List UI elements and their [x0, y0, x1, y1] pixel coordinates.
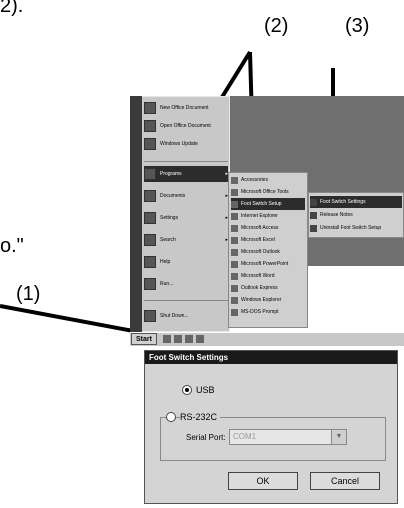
programs-icon	[144, 168, 156, 180]
outlook-icon	[231, 248, 238, 256]
callout-1-label: (1)	[16, 283, 41, 305]
globe-icon	[144, 138, 156, 150]
margin-text-mid: o."	[0, 235, 24, 257]
program-item[interactable]: Microsoft Excel	[231, 234, 305, 246]
ms-dos-icon	[231, 308, 238, 316]
quick-launch-icon[interactable]	[163, 335, 171, 343]
menu-item-programs[interactable]: Programs ▸	[144, 166, 228, 182]
menu-item-help[interactable]: Help	[144, 254, 228, 270]
excel-icon	[231, 236, 238, 244]
search-icon	[144, 234, 156, 246]
margin-text-top: 2).	[0, 0, 24, 17]
start-menu-banner	[130, 96, 142, 332]
cancel-button[interactable]: Cancel	[310, 472, 380, 490]
program-item[interactable]: Internet Explorer	[231, 210, 305, 222]
menu-separator	[144, 161, 228, 162]
menu-separator	[144, 300, 228, 301]
access-icon	[231, 224, 238, 232]
explorer-icon	[231, 296, 238, 304]
submenu-item-uninstall[interactable]: Uninstall Foot Switch Setup	[310, 222, 402, 234]
folder-icon	[231, 200, 238, 208]
foot-switch-icon	[310, 198, 317, 206]
program-item[interactable]: Outlook Express	[231, 282, 305, 294]
documents-icon	[144, 190, 156, 202]
dialog-title: Foot Switch Settings	[145, 351, 397, 364]
rs232c-radio-label: RS-232C	[180, 412, 221, 422]
serial-port-value: COM1	[233, 432, 257, 441]
callout-3-label: (3)	[345, 15, 370, 37]
program-item[interactable]: Microsoft Office Tools	[231, 186, 305, 198]
serial-port-label: Serial Port:	[186, 433, 226, 442]
ok-button[interactable]: OK	[228, 472, 298, 490]
start-button[interactable]: Start	[131, 333, 157, 345]
rs232c-radio[interactable]	[166, 412, 176, 422]
submenu-item-foot-switch-settings[interactable]: Foot Switch Settings	[310, 196, 402, 208]
program-item[interactable]: Windows Explorer	[231, 294, 305, 306]
menu-item-new-office-document[interactable]: New Office Document	[144, 100, 228, 116]
usb-radio[interactable]	[182, 385, 192, 395]
quick-launch-icon[interactable]	[174, 335, 182, 343]
program-item[interactable]: Microsoft Access	[231, 222, 305, 234]
run-icon	[144, 278, 156, 290]
program-item[interactable]: Microsoft Outlook	[231, 246, 305, 258]
uninstall-icon	[310, 224, 317, 232]
quick-launch-icon[interactable]	[185, 335, 193, 343]
menu-item-documents[interactable]: Documents ▸	[144, 188, 228, 204]
menu-item-open-office-document[interactable]: Open Office Document	[144, 118, 228, 134]
program-item[interactable]: Microsoft Word	[231, 270, 305, 282]
document-icon	[144, 102, 156, 114]
chevron-down-icon[interactable]: ▼	[331, 430, 346, 444]
help-icon	[144, 256, 156, 268]
internet-explorer-icon	[231, 212, 238, 220]
menu-item-run[interactable]: Run...	[144, 276, 228, 292]
document-icon	[310, 211, 317, 219]
quick-launch-icon[interactable]	[196, 335, 204, 343]
folder-icon	[231, 176, 238, 184]
callout-2-label: (2)	[264, 15, 289, 37]
program-item[interactable]: Accessories	[231, 174, 305, 186]
settings-icon	[144, 212, 156, 224]
program-item-foot-switch-setup[interactable]: Foot Switch Setup	[231, 198, 305, 210]
menu-item-windows-update[interactable]: Windows Update	[144, 136, 228, 152]
program-item[interactable]: MS-DOS Prompt	[231, 306, 305, 318]
word-icon	[231, 272, 238, 280]
menu-item-settings[interactable]: Settings ▸	[144, 210, 228, 226]
serial-port-select[interactable]: COM1 ▼	[229, 429, 347, 445]
shutdown-icon	[144, 310, 156, 322]
powerpoint-icon	[231, 260, 238, 268]
program-item[interactable]: Microsoft PowerPoint	[231, 258, 305, 270]
taskbar	[130, 332, 404, 346]
outlook-express-icon	[231, 284, 238, 292]
folder-icon	[231, 188, 238, 196]
folder-icon	[144, 120, 156, 132]
menu-item-shut-down[interactable]: Shut Down...	[144, 308, 228, 324]
usb-radio-label: USB	[196, 385, 215, 395]
menu-item-search[interactable]: Search ▸	[144, 232, 228, 248]
submenu-item-release-notes[interactable]: Release Notes	[310, 209, 402, 221]
